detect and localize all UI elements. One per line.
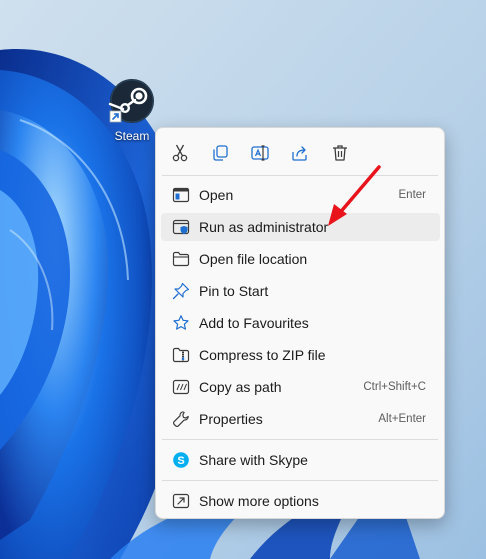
quick-actions-bar <box>156 136 444 168</box>
svg-text:S: S <box>177 455 184 467</box>
menu-item-label: Pin to Start <box>199 283 269 299</box>
share-icon <box>292 146 307 161</box>
context-menu: Open Enter Run as administrator Open fil… <box>155 127 445 519</box>
menu-item-compress-to-zip[interactable]: Compress to ZIP file <box>161 341 440 369</box>
menu-item-shortcut: Alt+Enter <box>378 413 426 425</box>
delete-button[interactable] <box>325 138 355 168</box>
menu-item-open[interactable]: Open Enter <box>161 181 440 209</box>
menu-item-share-with-skype[interactable]: S Share with Skype <box>161 446 440 474</box>
copy-icon <box>213 145 228 161</box>
steam-icon <box>108 79 154 123</box>
menu-item-label: Add to Favourites <box>199 315 309 331</box>
menu-separator <box>162 439 438 440</box>
menu-item-show-more-options[interactable]: Show more options <box>161 487 440 515</box>
menu-item-add-to-favourites[interactable]: Add to Favourites <box>161 309 440 337</box>
pin-icon <box>172 282 190 300</box>
menu-item-properties[interactable]: Properties Alt+Enter <box>161 405 440 433</box>
menu-item-label: Copy as path <box>199 379 282 395</box>
menu-item-label: Run as administrator <box>199 219 329 235</box>
menu-item-shortcut: Ctrl+Shift+C <box>363 381 426 393</box>
desktop-icon-label: Steam <box>114 129 150 143</box>
share-button[interactable] <box>285 138 315 168</box>
desktop-icon-steam[interactable]: Steam <box>104 78 160 148</box>
menu-item-label: Open file location <box>199 251 308 267</box>
menu-item-label: Open <box>199 187 234 203</box>
open-window-icon <box>172 186 190 204</box>
path-icon <box>172 378 190 396</box>
menu-item-label: Show more options <box>199 493 319 509</box>
more-options-icon <box>172 492 190 510</box>
scissors-icon <box>172 144 188 162</box>
copy-button[interactable] <box>205 138 235 168</box>
star-icon <box>172 314 190 332</box>
wrench-icon <box>172 410 190 428</box>
menu-item-shortcut: Enter <box>398 189 427 201</box>
rename-button[interactable] <box>245 138 275 168</box>
menu-separator <box>162 175 438 176</box>
skype-icon: S <box>172 451 190 469</box>
zip-folder-icon <box>172 346 190 364</box>
menu-item-run-as-administrator[interactable]: Run as administrator <box>161 213 440 241</box>
menu-item-label: Compress to ZIP file <box>199 347 326 363</box>
menu-item-pin-to-start[interactable]: Pin to Start <box>161 277 440 305</box>
menu-item-label: Share with Skype <box>199 452 308 468</box>
folder-icon <box>172 250 190 268</box>
menu-item-copy-as-path[interactable]: Copy as path Ctrl+Shift+C <box>161 373 440 401</box>
rename-icon <box>251 145 269 161</box>
menu-separator <box>162 480 438 481</box>
trash-icon <box>333 145 347 161</box>
cut-button[interactable] <box>165 138 195 168</box>
menu-item-label: Properties <box>199 411 263 427</box>
menu-item-open-file-location[interactable]: Open file location <box>161 245 440 273</box>
shield-window-icon <box>172 218 190 236</box>
